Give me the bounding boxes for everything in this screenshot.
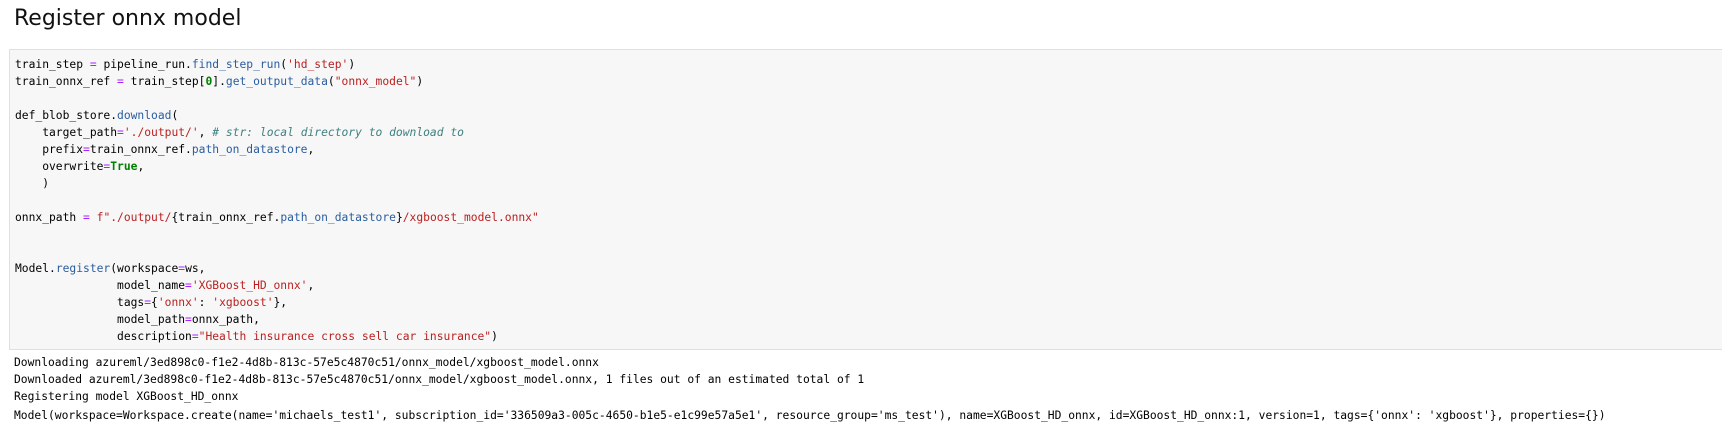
code-line: model_name='XGBoost_HD_onnx', (15, 277, 539, 294)
code-token: ( (327, 75, 335, 88)
code-token: = (89, 58, 97, 71)
code-token: = (185, 313, 192, 326)
code-token: ) (491, 330, 498, 343)
code-token: , (137, 160, 145, 173)
code-token: } (395, 211, 403, 224)
code-line: train_onnx_ref = train_step[0].get_outpu… (15, 73, 539, 90)
code-token: ws, (185, 262, 206, 275)
cell-output: Downloading azureml/3ed898c0-f1e2-4d8b-8… (14, 354, 1606, 424)
code-token: train_step[ (123, 75, 206, 88)
code-token: f"./output/ (96, 211, 172, 224)
code-token: onnx_path, (191, 313, 260, 326)
output-line-registering: Registering model XGBoost_HD_onnx (14, 390, 239, 403)
code-token: , (307, 143, 315, 156)
code-line: overwrite=True, (15, 158, 539, 175)
code-token: ) (15, 177, 50, 190)
code-line: description="Health insurance cross sell… (15, 328, 539, 345)
code-line: model_path=onnx_path, (15, 311, 539, 328)
notebook-page: Register onnx model train_step = pipelin… (0, 0, 1722, 442)
code-token: ) (416, 75, 424, 88)
code-token: # str: local directory to download to (212, 126, 464, 139)
code-token: "Health insurance cross sell car insuran… (198, 330, 492, 343)
code-token: target_path (15, 126, 118, 139)
code-token: prefix (15, 143, 84, 156)
code-token: = (185, 279, 192, 292)
code-token: overwrite (15, 160, 104, 173)
code-token: 'onnx' (157, 296, 199, 309)
output-line-downloaded: Downloaded azureml/3ed898c0-f1e2-4d8b-81… (14, 373, 865, 386)
code-token: tags (15, 296, 145, 309)
output-result: Model(workspace=Workspace.create(name='m… (14, 409, 1606, 422)
code-token: './output/' (123, 126, 199, 139)
output-line-downloading: Downloading azureml/3ed898c0-f1e2-4d8b-8… (14, 356, 599, 369)
code-token: pipeline_run. (96, 58, 192, 71)
code-line: train_step = pipeline_run.find_step_run(… (15, 56, 539, 73)
code-token: model_path (15, 313, 186, 326)
code-token: ) (348, 58, 356, 71)
code-token: }, (273, 296, 288, 309)
markdown-heading: Register onnx model (14, 6, 242, 31)
code-token: /xgboost_model.onnx" (402, 211, 539, 224)
code-line: target_path='./output/', # str: local di… (15, 124, 539, 141)
code-token: = (117, 75, 124, 88)
code-token: = (191, 330, 199, 343)
code-line: def_blob_store.download( (15, 107, 539, 124)
code-token: model_name (15, 279, 186, 292)
code-token: ]. (212, 75, 226, 88)
code-token: description (15, 330, 192, 343)
code-token: train_onnx_ref (15, 75, 118, 88)
code-line: prefix=train_onnx_ref.path_on_datastore, (15, 141, 539, 158)
code-line: Model.register(workspace=ws, (15, 260, 539, 277)
code-line: onnx_path = f"./output/{train_onnx_ref.p… (15, 209, 539, 226)
code-line: tags={'onnx': 'xgboost'}, (15, 294, 539, 311)
code-token: 'xgboost' (212, 296, 274, 309)
code-token: path_on_datastore (191, 143, 308, 156)
code-token: True (110, 160, 138, 173)
code-token: = (117, 126, 124, 139)
code-token: = (83, 211, 90, 224)
code-token: , (198, 126, 213, 139)
code-line: ) (15, 175, 539, 192)
code-token: ( (171, 109, 179, 122)
code-editor[interactable]: train_step = pipeline_run.find_step_run (… (15, 56, 539, 345)
code-token: "onnx_model" (334, 75, 417, 88)
code-token: 'XGBoost_HD_onnx' (191, 279, 308, 292)
code-token: : (198, 296, 213, 309)
code-token: Model. (15, 262, 56, 275)
code-token: path_on_datastore (280, 211, 396, 224)
code-token: download (117, 109, 172, 122)
code-token: (workspace (110, 262, 179, 275)
code-token: find_step_run (191, 58, 281, 71)
code-cell[interactable]: train_step = pipeline_run.find_step_run (… (9, 49, 1722, 350)
code-token: def_blob_store. (15, 109, 118, 122)
code-token: { (151, 296, 158, 309)
code-token: register (55, 262, 111, 275)
code-token: 'hd_step' (287, 58, 349, 71)
code-token: train_step (15, 58, 90, 71)
code-token: get_output_data (225, 75, 328, 88)
code-token: train_onnx_ref. (178, 211, 281, 224)
code-token: train_onnx_ref. (89, 143, 192, 156)
code-token: onnx_path (15, 211, 84, 224)
code-token: = (83, 143, 90, 156)
code-token: , (307, 279, 315, 292)
